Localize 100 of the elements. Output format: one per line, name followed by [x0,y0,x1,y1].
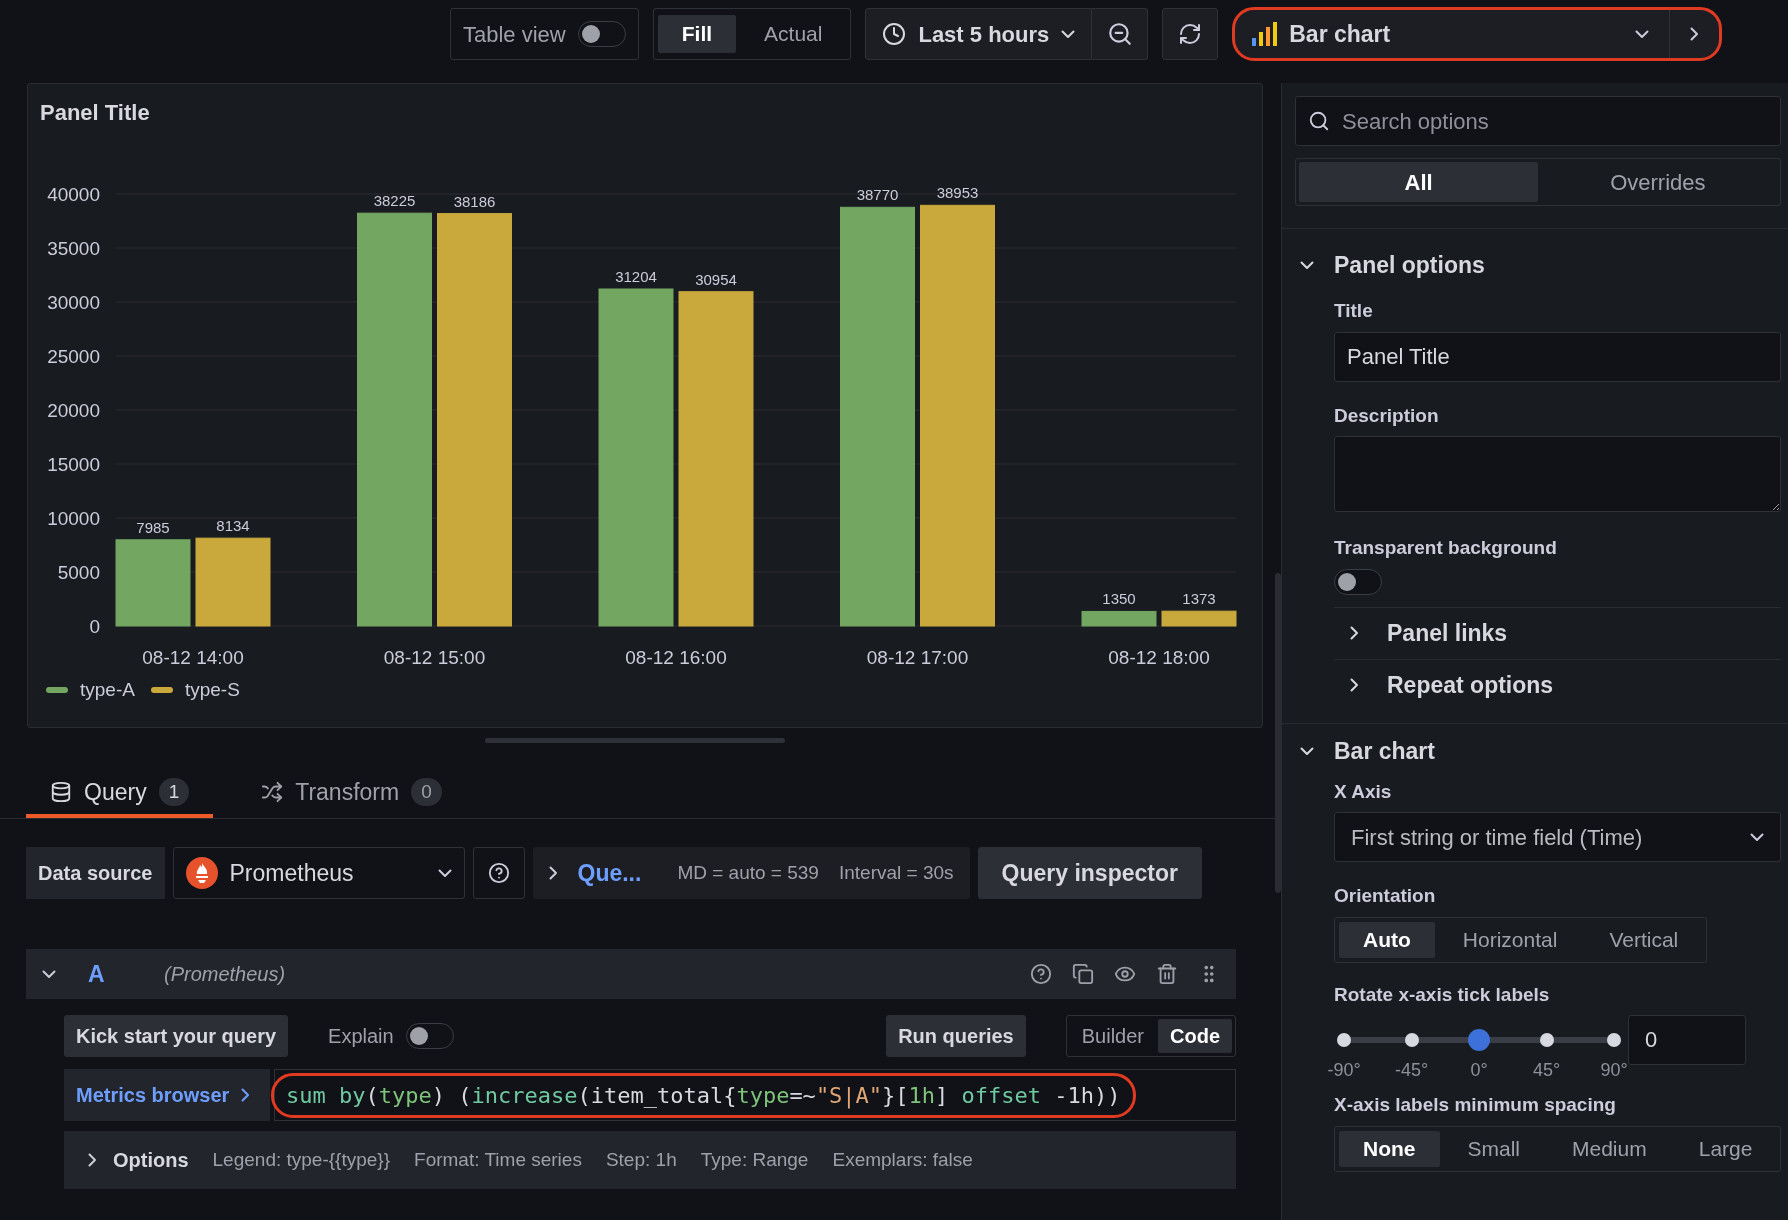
chevron-right-icon [88,1153,97,1167]
bar-value-label: 30954 [695,270,737,288]
visualization-name: Bar chart [1289,19,1392,49]
y-axis-label: 40000 [47,184,100,205]
y-axis-label: 10000 [47,508,100,529]
chevron-right-icon [1350,678,1359,692]
bar-value-label: 38225 [373,192,416,210]
segment-option[interactable]: Small [1443,1130,1544,1167]
options-tab[interactable]: All [1299,162,1539,202]
y-axis-label: 30000 [47,292,100,313]
editor-mode-option[interactable]: Code [1158,1019,1232,1053]
field-label: Description [1334,403,1440,428]
description-field[interactable] [1334,436,1782,512]
count-badge: 0 [411,777,442,807]
chevron-down-icon [437,868,452,878]
option-summary: Step: 1h [605,1147,677,1172]
query-inspector-button[interactable]: Query inspector [977,847,1202,899]
time-range-picker[interactable]: Last 5 hours [865,8,1093,60]
x-axis-label: 08-12 17:00 [866,647,969,668]
arrows-icon [261,781,284,803]
y-axis-label: 15000 [47,454,100,475]
rotate-input[interactable]: 0 [1628,1015,1746,1065]
toggle-label: Table view [463,20,566,49]
interval-text: Interval = 30s [838,860,954,885]
query-data-source: (Prometheus) [164,962,287,987]
chevron-down-icon [1300,260,1314,270]
slider-thumb[interactable] [1468,1029,1490,1051]
collapsible-section[interactable]: Repeat options [1334,658,1782,711]
options-tab[interactable]: Overrides [1538,162,1778,202]
collapsible-section[interactable]: Panel links [1334,606,1782,659]
option-summary: Format: Time series [414,1147,582,1172]
slider-tick-label: 90° [1600,1059,1628,1082]
section-header[interactable]: Panel options [1296,237,1485,293]
field-label: X Axis [1334,779,1393,804]
search-input[interactable]: Search options [1342,104,1769,138]
horizontal-scrollbar[interactable] [485,738,785,743]
query-expression: sum by(type) (increase(item_total{type=~"S|A"}[1h] offset -1h)) [271,1072,1136,1118]
kick-start-button[interactable]: Kick start your query [64,1015,289,1057]
option-summary: Type: Range [700,1147,809,1172]
x-axis-label: 08-12 15:00 [383,647,486,668]
segment-option[interactable]: Actual [740,15,847,53]
toggle-switch[interactable] [577,21,626,47]
field-label: Transparent background [1334,536,1558,560]
bar-value-label: 38770 [856,186,899,204]
flame-logo-icon [185,857,218,889]
x-axis-select[interactable]: First string or time field (Time) [1334,812,1782,862]
toggle-switch[interactable] [1334,568,1382,595]
segment-option[interactable]: None [1339,1130,1440,1167]
toggle-switch[interactable] [405,1023,454,1049]
run-queries-button[interactable]: Run queries [886,1015,1026,1057]
bar-value-label: 7985 [136,518,170,536]
bar-value-label: 38953 [936,184,979,202]
segment-option[interactable]: Large [1674,1130,1777,1167]
segment-option[interactable]: Vertical [1585,921,1703,958]
chevron-down-icon [1635,29,1650,39]
chevron-right-icon [1690,27,1700,41]
query-editor[interactable]: sum by(type) (increase(item_total{type=~"S|A"}[1h] offset -1h)) [274,1069,1236,1121]
query-options-row[interactable]: Options Legend: type-{{type}} Format: Time series Step: 1h Type: Range Exemplars: false [64,1131,1236,1189]
segment-option[interactable]: Auto [1339,921,1435,958]
table-view-toggle[interactable]: Table view [450,8,639,60]
field-label: Orientation [1334,884,1437,908]
refresh-icon [1178,22,1203,46]
query-options-link[interactable]: Que... [577,855,642,891]
chevron-right-icon [1350,626,1359,640]
query-tab[interactable]: Transform 0 [237,770,466,818]
data-source-picker[interactable]: Prometheus [172,847,465,899]
option-summary: Exemplars: false [832,1147,973,1172]
bar-chart-icon [1251,22,1278,46]
metrics-browser-button[interactable]: Metrics browser [64,1069,270,1121]
segment-option[interactable]: Fill [657,15,737,53]
slider-tick-label: 0° [1470,1059,1488,1082]
query-tab[interactable]: Query 1 [26,770,214,818]
chevron-down-icon [1750,832,1765,842]
vertical-scrollbar[interactable] [1275,573,1281,893]
field-label: Rotate x-axis tick labels [1334,982,1551,1007]
query-row-header[interactable]: A (Prometheus) [26,949,1236,999]
query-letter: A [88,959,106,989]
visualization-picker[interactable]: Bar chart [1232,7,1723,61]
segment-option[interactable]: Medium [1548,1130,1671,1167]
refresh-button[interactable] [1162,8,1219,60]
segment-option[interactable]: Horizontal [1438,921,1582,958]
x-axis-label: 08-12 14:00 [142,647,244,668]
search-field[interactable]: Search options [1295,96,1782,146]
editor-mode-option[interactable]: Builder [1069,1019,1156,1053]
help-icon [1030,963,1052,985]
legend-label[interactable]: type-S [184,676,240,705]
help-button[interactable] [472,847,525,899]
section-header[interactable]: Bar chart [1296,725,1435,778]
title-input[interactable]: Panel Title [1334,331,1782,382]
zoom-out-button[interactable] [1092,8,1149,60]
legend-label[interactable]: type-A [80,676,135,705]
option-summary: Legend: type-{{type}} [212,1147,391,1172]
y-axis-label: 25000 [47,346,100,367]
chevron-down-icon [1300,747,1314,756]
query-options-bar[interactable]: Que... MD = auto = 539 Interval = 30s [532,847,970,899]
field-label: X-axis labels minimum spacing [1334,1093,1617,1117]
bar-value-label: 1373 [1182,590,1216,608]
slider-tick-label: 45° [1532,1059,1561,1082]
search-icon [1308,110,1330,132]
x-axis-label: 08-12 16:00 [625,647,727,668]
